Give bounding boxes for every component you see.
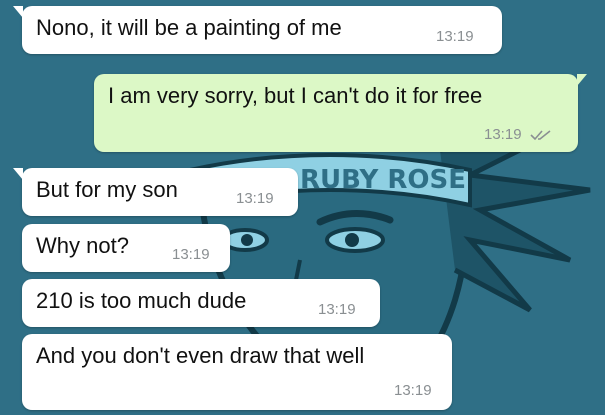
message-time: 13:19 (172, 246, 210, 263)
message-text: Why not? (36, 233, 129, 258)
message-time: 13:19 (318, 301, 356, 318)
message-text: Nono, it will be a painting of me (36, 15, 342, 40)
message-bubble-incoming[interactable]: But for my son 13:19 (13, 168, 298, 216)
message-time: 13:19 (484, 126, 522, 143)
message-bubble-incoming[interactable]: 210 is too much dude 13:19 (22, 279, 380, 327)
message-time: 13:19 (394, 382, 432, 399)
message-time: 13:19 (436, 28, 474, 45)
message-time: 13:19 (236, 190, 274, 207)
message-bubble-incoming[interactable]: Nono, it will be a painting of me 13:19 (13, 6, 502, 54)
message-text: I am very sorry, but I can't do it for f… (108, 83, 483, 108)
message-bubble-incoming[interactable]: And you don't even draw that well 13:19 (22, 334, 452, 410)
message-text: And you don't even draw that well (36, 343, 365, 368)
headband-text: RUBY ROSE (300, 165, 466, 195)
message-bubble-incoming[interactable]: Why not? 13:19 (22, 224, 230, 272)
double-check-icon (530, 130, 551, 141)
message-text: 210 is too much dude (36, 288, 247, 313)
message-bubble-outgoing[interactable]: I am very sorry, but I can't do it for f… (94, 74, 587, 152)
message-text: But for my son (36, 177, 178, 202)
